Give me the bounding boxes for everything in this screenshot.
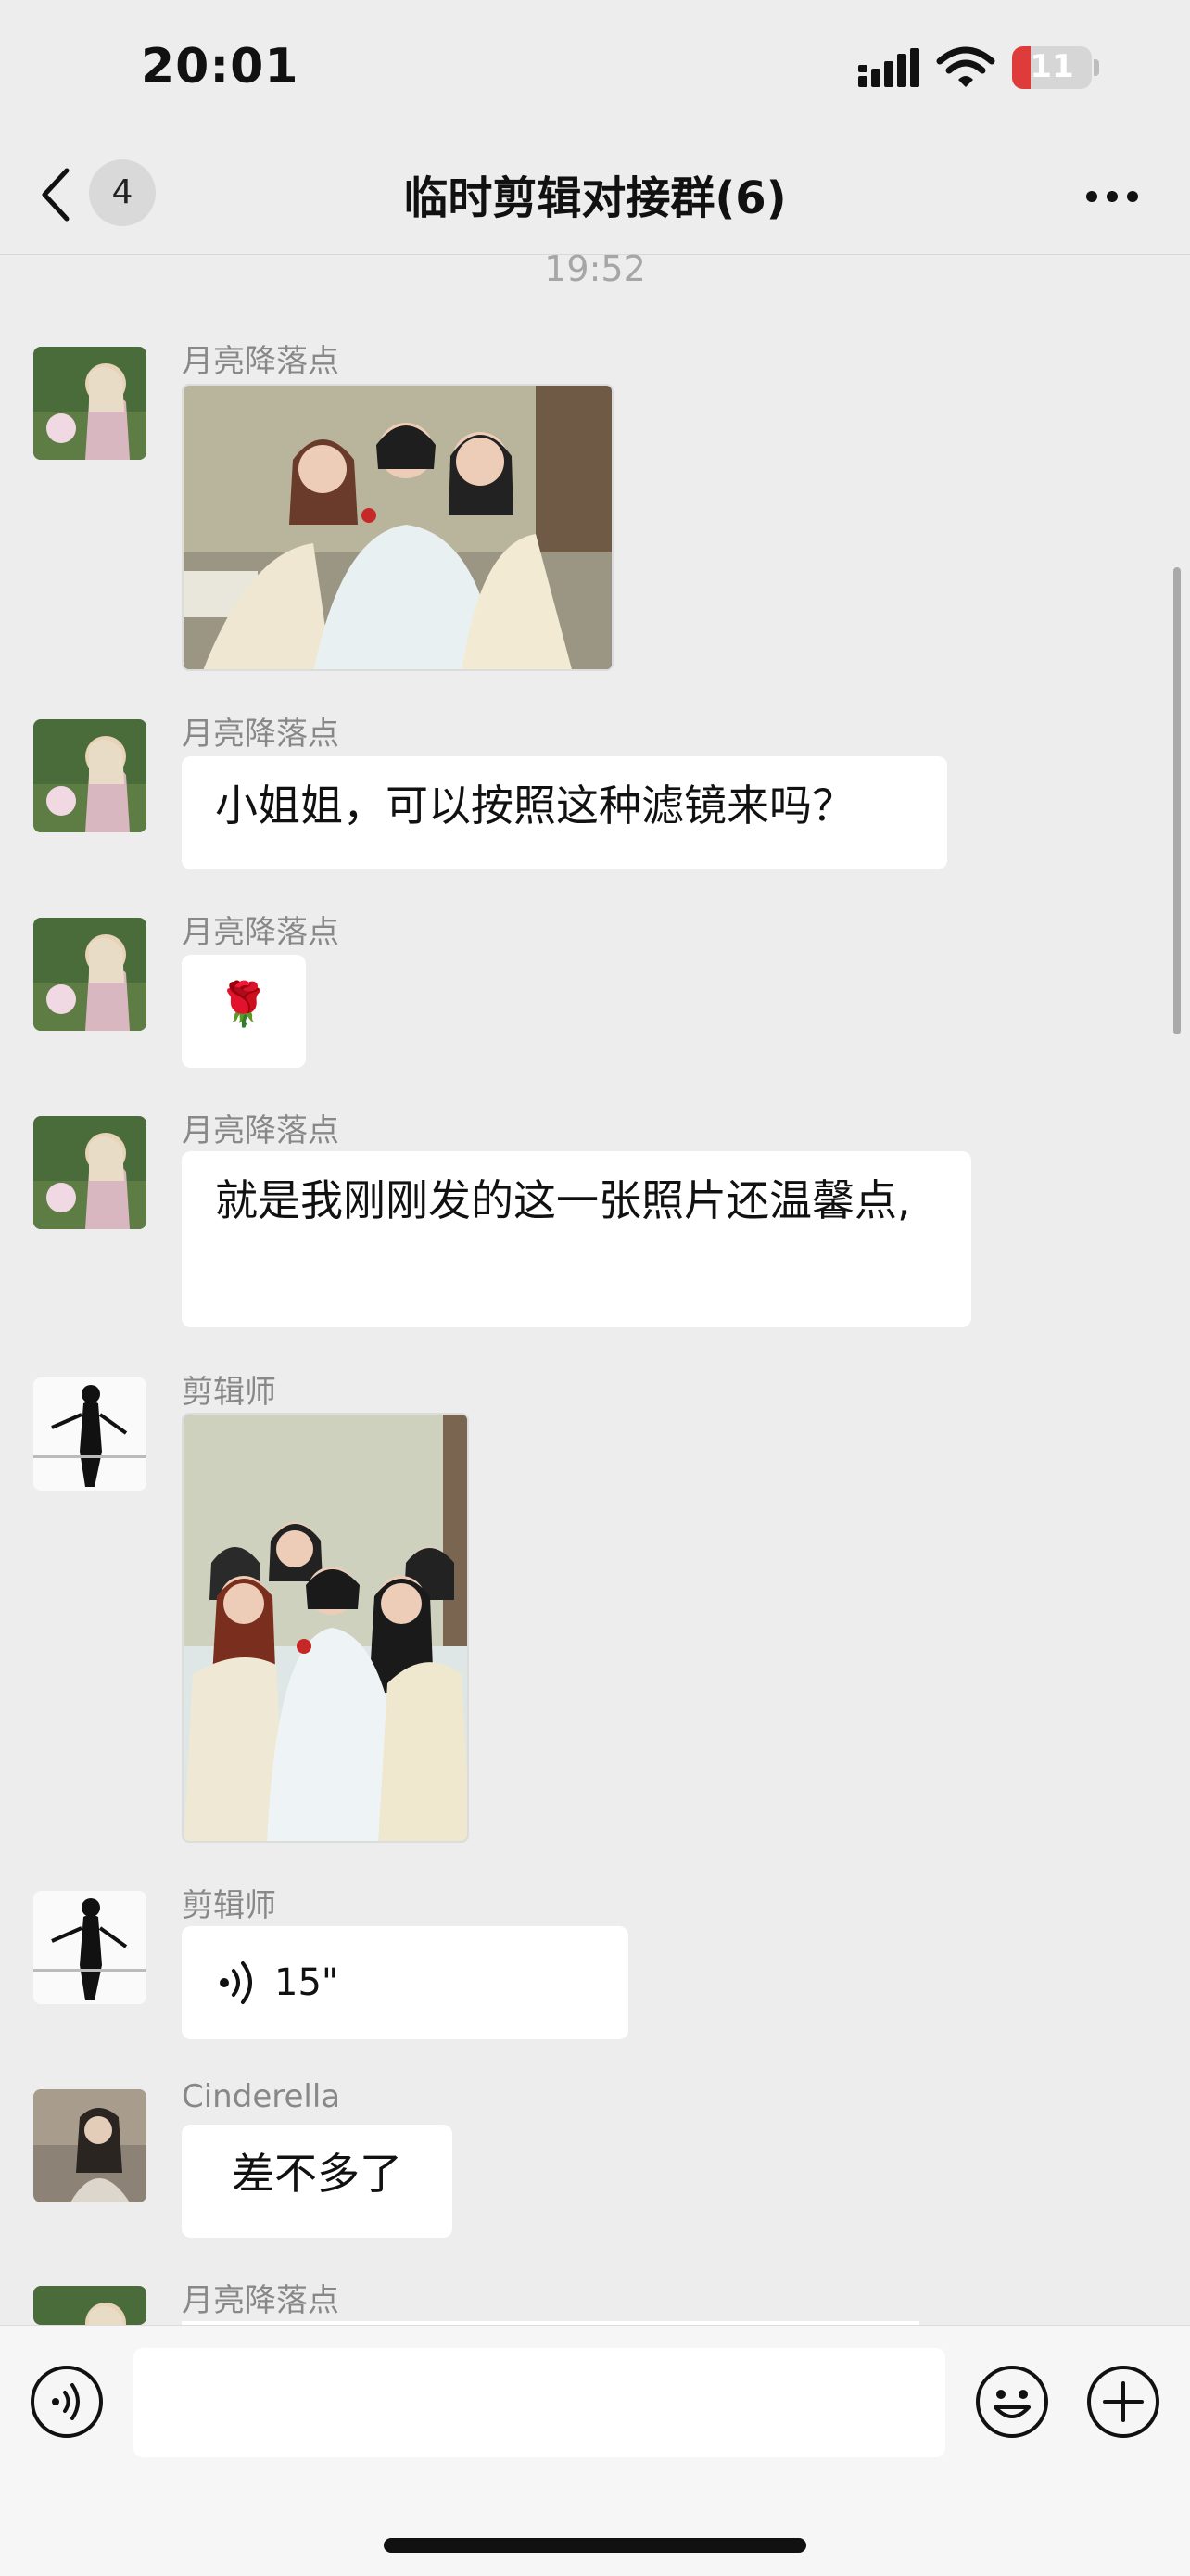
avatar[interactable] bbox=[33, 918, 146, 1031]
voice-wave-icon bbox=[220, 1961, 252, 2004]
text-message[interactable]: 差不多了 bbox=[182, 2125, 452, 2238]
voice-duration: 15" bbox=[274, 1961, 339, 2004]
sender-name: Cinderella bbox=[182, 2078, 341, 2115]
sender-name: 月亮降落点 bbox=[182, 1112, 339, 1149]
scrollbar[interactable] bbox=[1173, 567, 1181, 1034]
voice-message[interactable]: 15" bbox=[182, 1926, 628, 2039]
image-message[interactable] bbox=[182, 384, 614, 671]
text-message[interactable]: 就是我刚刚发的这一张照片还温馨点, bbox=[182, 1151, 971, 1327]
battery-tip bbox=[1094, 59, 1099, 76]
avatar[interactable] bbox=[33, 2089, 146, 2202]
sender-name: 剪辑师 bbox=[182, 1374, 276, 1411]
avatar[interactable] bbox=[33, 347, 146, 460]
wifi-icon bbox=[936, 46, 995, 87]
voice-icon[interactable] bbox=[28, 2363, 106, 2441]
chat-title: 临时剪辑对接群(6) bbox=[403, 172, 787, 224]
emoji-icon[interactable] bbox=[973, 2363, 1051, 2441]
plus-icon[interactable] bbox=[1084, 2363, 1162, 2441]
avatar[interactable] bbox=[33, 719, 146, 832]
sender-name: 月亮降落点 bbox=[182, 2282, 339, 2319]
home-indicator bbox=[384, 2538, 806, 2553]
chat-header: 4 临时剪辑对接群(6) bbox=[0, 139, 1190, 255]
status-time: 20:01 bbox=[141, 39, 299, 95]
sender-name: 剪辑师 bbox=[182, 1887, 276, 1924]
image-message[interactable] bbox=[182, 1413, 469, 1843]
sender-name: 月亮降落点 bbox=[182, 914, 339, 951]
message-timestamp: 19:52 bbox=[544, 248, 646, 289]
avatar[interactable] bbox=[33, 2286, 146, 2325]
battery-icon: 11 bbox=[1012, 46, 1092, 89]
text-message[interactable]: 小姐姐，可以按照这种滤镜来吗？ bbox=[182, 756, 947, 869]
battery-level: 11 bbox=[1030, 48, 1074, 85]
more-options-icon[interactable] bbox=[1084, 189, 1140, 204]
sender-name: 月亮降落点 bbox=[182, 716, 339, 753]
avatar[interactable] bbox=[33, 1377, 146, 1491]
sender-name: 月亮降落点 bbox=[182, 343, 339, 380]
emoji-message[interactable]: 🌹 bbox=[182, 955, 306, 1068]
status-bar: 20:01 11 bbox=[0, 0, 1190, 139]
avatar[interactable] bbox=[33, 1116, 146, 1229]
message-input[interactable] bbox=[133, 2348, 945, 2457]
cellular-signal-icon bbox=[858, 48, 919, 87]
avatar[interactable] bbox=[33, 1891, 146, 2004]
